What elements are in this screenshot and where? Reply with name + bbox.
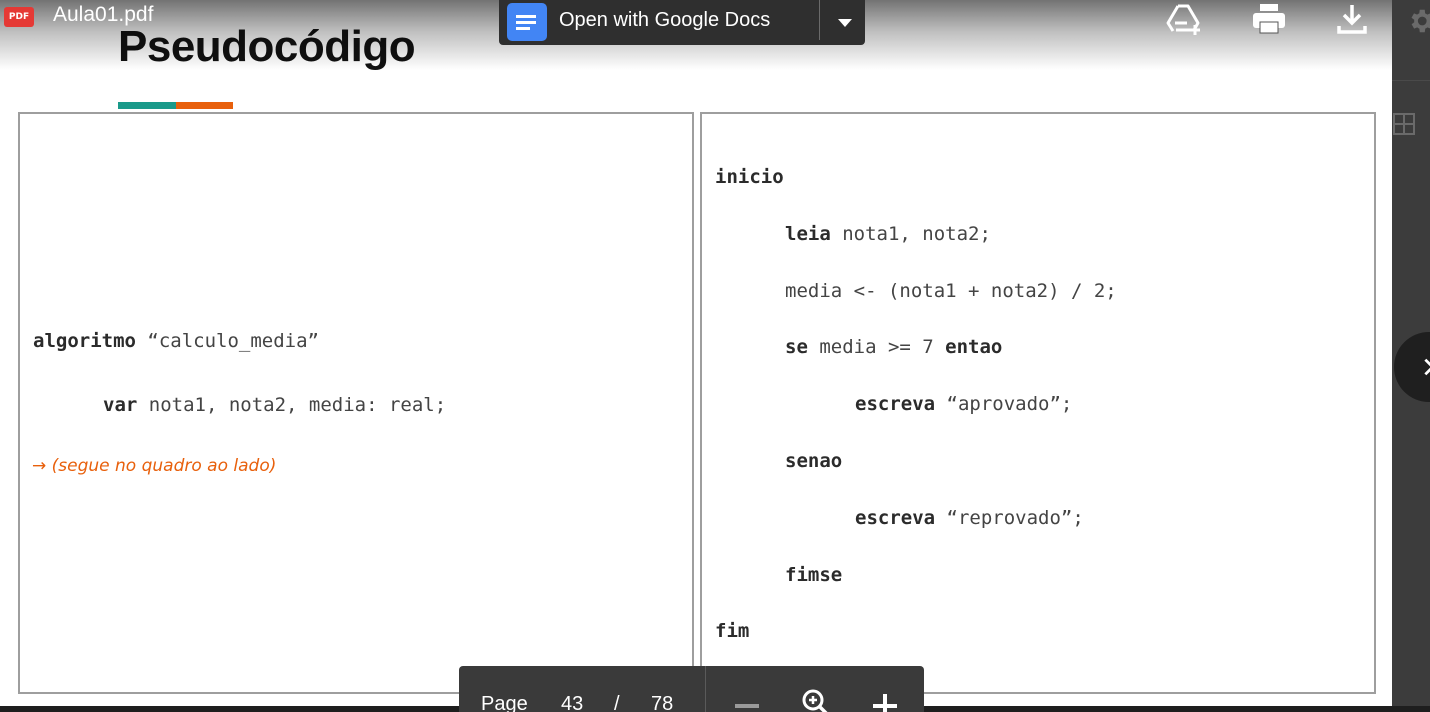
pdf-page: Pseudocódigo algoritmo “calculo_media” v… — [0, 0, 1392, 712]
code-text: “reprovado”; — [935, 507, 1084, 529]
code-line: var nota1, nota2, media: real; — [103, 394, 446, 416]
code-text: “aprovado”; — [935, 393, 1073, 415]
code-keyword: se — [785, 336, 808, 358]
code-line: fimse — [785, 564, 842, 586]
code-line: se media >= 7 entao — [785, 336, 1002, 358]
file-name: Aula01.pdf — [53, 3, 154, 26]
pdf-file-icon: PDF — [4, 7, 34, 27]
code-text: “calculo_media” — [135, 330, 319, 352]
accent-orange — [176, 102, 233, 109]
code-text: media <- (nota1 + nota2) / 2; — [785, 280, 1117, 302]
code-text: media >= 7 — [807, 336, 946, 358]
code-keyword: fimse — [785, 564, 843, 586]
code-box-left: algoritmo “calculo_media” var nota1, not… — [18, 112, 694, 694]
plus-icon[interactable] — [867, 686, 903, 712]
total-pages: 78 — [651, 693, 674, 712]
caret-down-icon[interactable] — [830, 8, 860, 36]
code-text: nota1, nota2, media: real; — [137, 394, 447, 416]
code-line: leia nota1, nota2; — [785, 223, 991, 245]
code-keyword: senao — [785, 450, 843, 472]
divider — [705, 666, 706, 712]
code-keyword: escreva — [855, 507, 936, 529]
chevron-right-icon — [1424, 358, 1430, 376]
code-keyword: entao — [945, 336, 1003, 358]
divider — [1392, 80, 1430, 81]
code-line: fim — [715, 620, 749, 642]
open-with-google-docs-button[interactable]: Open with Google Docs — [499, 0, 865, 45]
grid-icon[interactable] — [1392, 112, 1416, 136]
code-keyword: inicio — [715, 166, 784, 188]
code-keyword: escreva — [855, 393, 936, 415]
accent-teal — [118, 102, 176, 109]
code-line: algoritmo “calculo_media” — [33, 330, 319, 352]
continuation-note: → (segue no quadro ao lado) — [32, 456, 277, 476]
page-controls: Page 43 / 78 — [459, 666, 924, 712]
gear-icon[interactable] — [1406, 6, 1430, 36]
pdf-viewer: Pseudocódigo algoritmo “calculo_media” v… — [0, 0, 1430, 712]
page-separator: / — [614, 693, 620, 712]
code-box-right: inicio leia nota1, nota2; media <- (nota… — [700, 112, 1376, 694]
minus-icon[interactable] — [729, 686, 765, 712]
divider — [819, 0, 820, 40]
print-icon[interactable] — [1249, 0, 1289, 40]
title-accent-bar — [118, 102, 233, 109]
add-to-drive-icon[interactable] — [1164, 0, 1204, 40]
current-page[interactable]: 43 — [561, 693, 583, 712]
slide-title: Pseudocódigo — [118, 22, 416, 71]
page-label: Page — [481, 693, 528, 712]
code-line: escreva “reprovado”; — [855, 507, 1084, 529]
code-keyword: var — [103, 394, 138, 416]
code-line: senao — [785, 450, 842, 472]
code-text: nota1, nota2; — [830, 223, 991, 245]
code-line: escreva “aprovado”; — [855, 393, 1072, 415]
code-line: media <- (nota1 + nota2) / 2; — [785, 280, 1117, 302]
open-with-label: Open with Google Docs — [559, 9, 771, 31]
code-keyword: fim — [715, 620, 750, 642]
code-keyword: algoritmo — [33, 330, 136, 352]
code-line: inicio — [715, 166, 784, 188]
google-docs-icon — [507, 3, 547, 41]
zoom-icon[interactable] — [797, 686, 833, 712]
download-icon[interactable] — [1332, 0, 1372, 40]
code-keyword: leia — [785, 223, 831, 245]
